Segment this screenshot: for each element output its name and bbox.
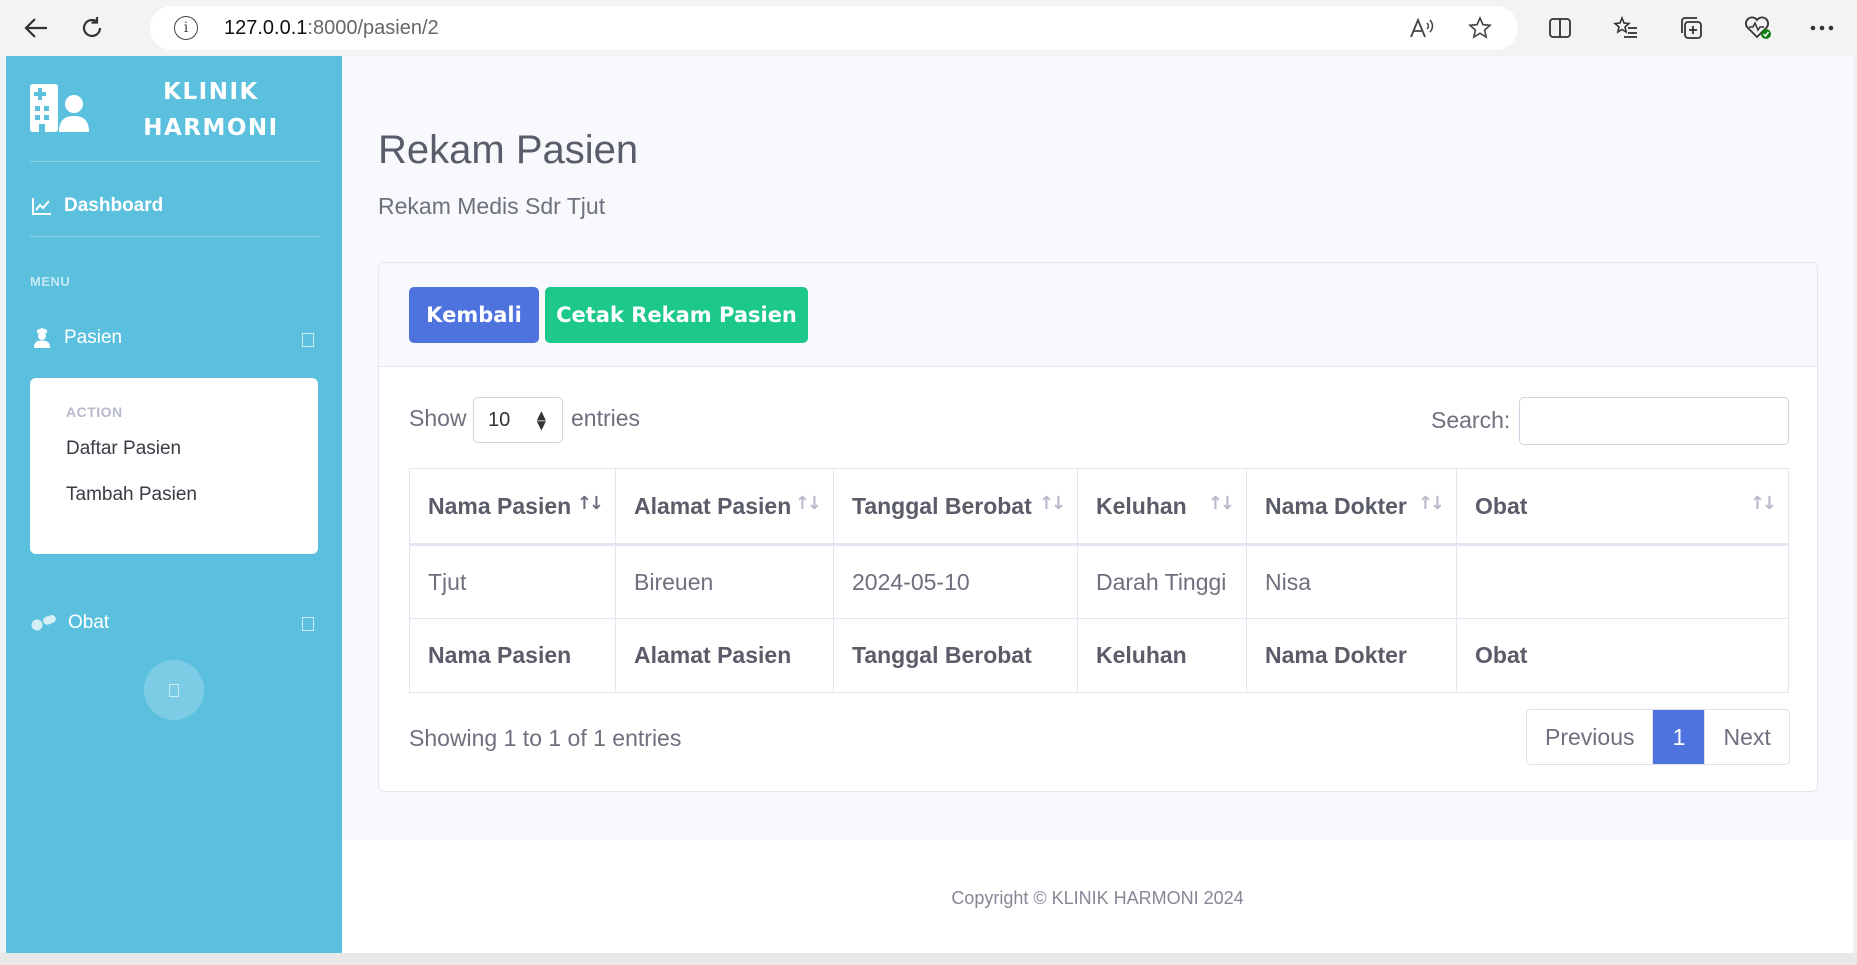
chevron-down-icon[interactable] (302, 617, 314, 631)
column-header[interactable]: Obat ↑↓ (1456, 468, 1789, 546)
brand-line-2: HARMONI (143, 115, 279, 141)
sort-icon: ↑↓ (794, 493, 822, 514)
window-bottom-edge (0, 953, 1857, 965)
select-caret-icon: ▲ ▼ (536, 408, 546, 432)
submenu-heading: ACTION (66, 404, 123, 420)
sort-icon: ↑↓ (1207, 493, 1235, 514)
sidebar-brand[interactable]: KLINIK HARMONI (6, 56, 342, 161)
sidebar-heading: MENU (30, 274, 71, 289)
sidebar: KLINIK HARMONI Dashboard MENU Pasien ACT… (6, 56, 342, 953)
card-header: Kembali Cetak Rekam Pasien (379, 263, 1817, 367)
footer-cell: Tanggal Berobat (833, 618, 1078, 693)
sidebar-item-dashboard[interactable]: Dashboard (30, 186, 163, 226)
sidebar-toggle-button[interactable] (144, 660, 204, 720)
url-text[interactable]: 127.0.0.1:8000/pasien/2 (224, 17, 439, 40)
search-label: Search: (1431, 407, 1511, 433)
footer-cell: Nama Pasien (409, 618, 616, 693)
read-aloud-icon[interactable] (1408, 14, 1436, 42)
table-cell: Darah Tinggi (1077, 544, 1247, 619)
next-page-button[interactable]: Next (1705, 710, 1789, 764)
pagination: Previous 1 Next (1526, 709, 1790, 765)
footer-cell: Alamat Pasien (615, 618, 834, 693)
column-header[interactable]: Tanggal Berobat ↑↓ (833, 468, 1078, 546)
sidebar-item-pasien[interactable]: Pasien (30, 318, 122, 358)
sort-icon: ↑↓ (576, 493, 604, 514)
url-path: :8000/pasien/2 (307, 17, 439, 39)
main-content: Rekam Pasien Rekam Medis Sdr Tjut Kembal… (342, 56, 1853, 953)
page-subtitle: Rekam Medis Sdr Tjut (378, 193, 606, 219)
favorites-icon[interactable] (1610, 12, 1642, 44)
footer-cell: Obat (1456, 618, 1789, 693)
app-window: KLINIK HARMONI Dashboard MENU Pasien ACT… (6, 56, 1853, 953)
page-button-current[interactable]: 1 (1653, 710, 1706, 764)
sort-icon: ↑↓ (1749, 493, 1777, 514)
chevron-down-icon[interactable] (302, 333, 314, 347)
sidebar-item-label: Pasien (64, 327, 123, 348)
column-header[interactable]: Nama Pasien ↑↓ (409, 468, 616, 546)
refresh-icon[interactable] (76, 12, 108, 44)
sidebar-item-label: Obat (68, 612, 110, 633)
sort-icon: ↑↓ (1417, 493, 1445, 514)
browser-toolbar: i 127.0.0.1:8000/pasien/2 (0, 0, 1857, 56)
search-input[interactable] (1519, 397, 1789, 445)
pasien-submenu: ACTION Daftar Pasien Tambah Pasien (30, 378, 318, 554)
submenu-item-daftar-pasien[interactable]: Daftar Pasien (66, 438, 181, 460)
previous-page-button[interactable]: Previous (1527, 710, 1654, 764)
user-nurse-icon (30, 326, 54, 350)
table-cell: Tjut (409, 544, 616, 619)
records-card: Kembali Cetak Rekam Pasien Show 10 ▲ ▼ en… (378, 262, 1818, 792)
table-cell (1456, 544, 1789, 619)
table-footer-row: Nama Pasien Alamat Pasien Tanggal Beroba… (409, 618, 1789, 693)
column-header[interactable]: Alamat Pasien ↑↓ (615, 468, 834, 546)
page-size-value: 10 (488, 408, 511, 431)
brand-name: KLINIK HARMONI (106, 74, 316, 146)
records-table: Nama Pasien ↑↓ Alamat Pasien ↑↓ Tanggal Be… (409, 468, 1789, 693)
copyright-text: Copyright © KLINIK HARMONI 2024 (951, 888, 1244, 908)
show-label: Show (409, 405, 467, 431)
chart-line-icon (30, 194, 54, 218)
split-screen-icon[interactable] (1544, 12, 1576, 44)
back-icon[interactable] (20, 12, 52, 44)
submenu-item-tambah-pasien[interactable]: Tambah Pasien (66, 484, 197, 506)
table-cell: Nisa (1246, 544, 1457, 619)
table-cell: 2024-05-10 (833, 544, 1078, 619)
table-header-row: Nama Pasien ↑↓ Alamat Pasien ↑↓ Tanggal Be… (409, 468, 1789, 546)
table-row: Tjut Bireuen 2024-05-10 Darah Tinggi Nis… (409, 544, 1789, 619)
table-info: Showing 1 to 1 of 1 entries (409, 725, 682, 751)
favorite-star-icon[interactable] (1466, 14, 1494, 42)
column-header[interactable]: Keluhan ↑↓ (1077, 468, 1247, 546)
sidebar-item-obat[interactable]: Obat (30, 603, 109, 643)
page-title: Rekam Pasien (378, 128, 639, 172)
back-button[interactable]: Kembali (409, 287, 539, 343)
brand-line-1: KLINIK (163, 79, 259, 105)
more-options-icon[interactable] (1806, 12, 1838, 44)
url-host: 127.0.0.1 (224, 17, 308, 39)
sidebar-divider (30, 161, 320, 162)
site-info-icon[interactable]: i (174, 16, 198, 40)
clinic-user-icon (28, 84, 92, 132)
column-header[interactable]: Nama Dokter ↑↓ (1246, 468, 1457, 546)
sidebar-item-label: Dashboard (64, 195, 164, 216)
sort-icon: ↑↓ (1038, 493, 1066, 514)
entries-label: entries (571, 405, 641, 431)
page-footer: Copyright © KLINIK HARMONI 2024 (342, 840, 1853, 953)
collections-icon[interactable] (1676, 12, 1708, 44)
browser-essentials-icon[interactable] (1742, 12, 1774, 44)
print-record-button[interactable]: Cetak Rekam Pasien (545, 287, 808, 343)
footer-cell: Keluhan (1077, 618, 1247, 693)
angle-left-icon (169, 683, 179, 697)
table-cell: Bireuen (615, 544, 834, 619)
page-size-select[interactable]: 10 ▲ ▼ (473, 397, 563, 443)
sidebar-divider (30, 236, 320, 237)
footer-cell: Nama Dokter (1246, 618, 1457, 693)
address-bar[interactable]: i 127.0.0.1:8000/pasien/2 (150, 6, 1518, 50)
pills-icon (30, 611, 58, 635)
